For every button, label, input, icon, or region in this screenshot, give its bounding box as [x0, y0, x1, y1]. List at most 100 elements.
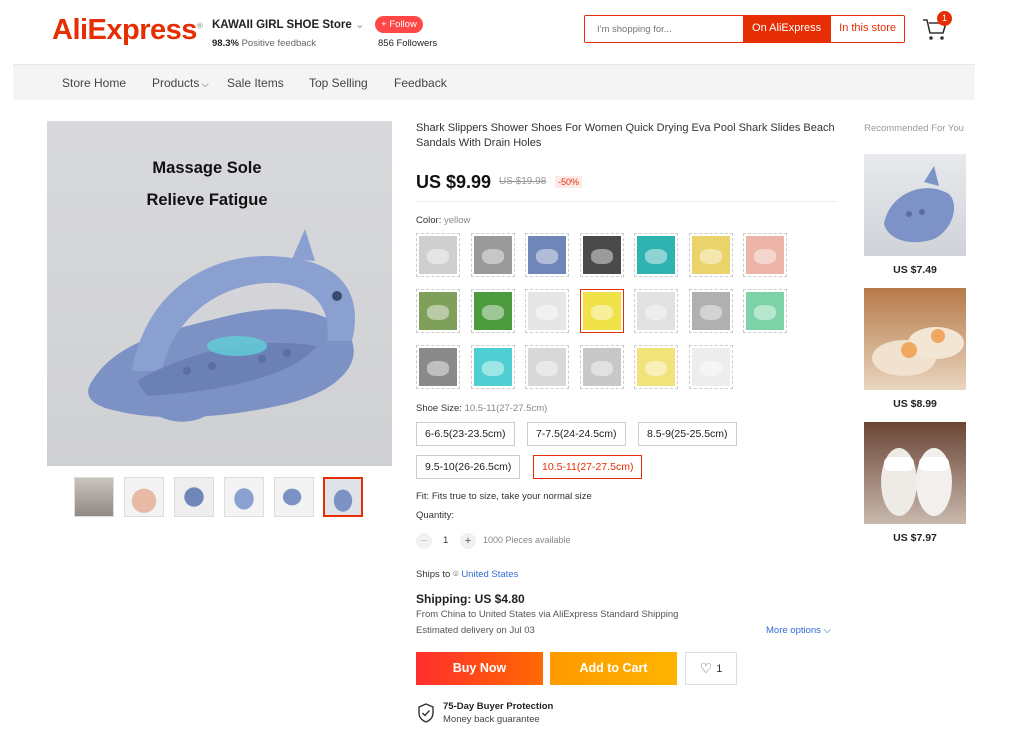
nav-store-home[interactable]: Store Home — [62, 76, 126, 90]
recommended-item-3-price: US $7.97 — [893, 532, 937, 544]
store-name[interactable]: KAWAII GIRL SHOE Store ⌄ — [212, 17, 365, 31]
color-swatch[interactable] — [471, 289, 515, 333]
recommended-item-2-price: US $8.99 — [893, 398, 937, 410]
location-pin-icon: ⌾ — [452, 569, 459, 580]
image-overlay-text-1: Massage Sole — [152, 159, 262, 177]
size-option-7-7.5[interactable]: 7-7.5(24-24.5cm) — [527, 422, 626, 446]
thumbnail-4[interactable] — [224, 477, 264, 517]
size-label: Shoe Size: 10.5-11(27-27.5cm) — [416, 403, 548, 414]
swatch-image — [637, 348, 675, 386]
chevron-down-icon: ⌄ — [354, 19, 365, 31]
feedback-percent: 98.3% — [212, 38, 239, 49]
swatch-image — [583, 292, 621, 330]
swatch-image — [528, 348, 566, 386]
recommended-item-1-price: US $7.49 — [893, 264, 937, 276]
swatch-image — [583, 236, 621, 274]
color-swatch[interactable] — [471, 233, 515, 277]
thumbnail-5[interactable] — [274, 477, 314, 517]
color-swatch[interactable] — [580, 345, 624, 389]
swatch-image — [692, 348, 730, 386]
product-price: US $9.99 — [416, 172, 492, 192]
shark-slipper-illustration — [88, 229, 355, 422]
recommended-item-1-image[interactable] — [864, 154, 966, 256]
color-swatch[interactable] — [743, 233, 787, 277]
color-swatch[interactable] — [689, 289, 733, 333]
fit-note: Fit: Fits true to size, take your normal… — [416, 491, 592, 502]
discount-badge: -50% — [555, 176, 583, 188]
heart-icon: ♡ — [699, 660, 713, 676]
size-option-6-6.5[interactable]: 6-6.5(23-23.5cm) — [416, 422, 515, 446]
search-input[interactable] — [585, 16, 744, 42]
quantity-label: Quantity: — [416, 510, 455, 521]
swatch-image — [419, 236, 457, 274]
recommended-title: Recommended For You — [864, 123, 964, 134]
color-swatch[interactable] — [416, 233, 460, 277]
add-to-cart-button[interactable]: Add to Cart — [550, 652, 677, 685]
color-swatch[interactable] — [416, 289, 460, 333]
swatch-image — [583, 348, 621, 386]
thumbnail-2[interactable] — [124, 477, 164, 517]
original-price: US $19.98 — [499, 176, 547, 187]
wishlist-button[interactable]: ♡ 1 — [685, 652, 737, 685]
color-swatch[interactable] — [416, 345, 460, 389]
buyer-protection-subtitle: Money back guarantee — [443, 714, 540, 725]
followers-count: 856 Followers — [378, 38, 438, 49]
quantity-decrease-button[interactable]: − — [416, 533, 432, 549]
search-on-aliexpress-button[interactable]: On AliExpress — [743, 16, 831, 42]
size-value: 10.5-11(27-27.5cm) — [464, 403, 548, 414]
store-feedback: 98.3% Positive feedback — [212, 38, 316, 49]
store-nav: Store Home Products ⌵ Sale Items Top Sel… — [13, 64, 975, 100]
chevron-down-icon: ⌵ — [823, 625, 831, 636]
color-swatch[interactable] — [471, 345, 515, 389]
swatch-image — [474, 348, 512, 386]
color-swatch[interactable] — [525, 233, 569, 277]
color-swatch[interactable] — [525, 345, 569, 389]
nav-sale-items[interactable]: Sale Items — [227, 76, 284, 90]
cartoon-slipper-image — [872, 327, 964, 376]
recommended-item-3-image[interactable] — [864, 422, 966, 524]
quantity-increase-button[interactable]: + — [460, 533, 476, 549]
shipping-route: From China to United States via AliExpre… — [416, 609, 679, 620]
nav-top-selling[interactable]: Top Selling — [309, 76, 368, 90]
recommended-item-2-image[interactable] — [864, 288, 966, 390]
thumbnail-1[interactable] — [74, 477, 114, 517]
thumbnail-6[interactable] — [323, 477, 363, 517]
color-swatch[interactable] — [689, 345, 733, 389]
color-swatch[interactable] — [743, 289, 787, 333]
ships-to-label: Ships to — [416, 569, 451, 580]
color-swatch[interactable] — [580, 233, 624, 277]
swatch-image — [528, 236, 566, 274]
color-swatch[interactable] — [689, 233, 733, 277]
swatch-image — [474, 236, 512, 274]
main-product-image[interactable]: Massage Sole Relieve Fatigue — [47, 121, 392, 466]
nav-products[interactable]: Products ⌵ — [152, 76, 209, 90]
color-swatch[interactable] — [634, 345, 678, 389]
nav-products-label: Products — [152, 76, 200, 90]
wishlist-count: 1 — [716, 662, 723, 675]
ships-to-country-link[interactable]: United States — [461, 569, 518, 580]
more-options-link[interactable]: More options ⌵ — [766, 625, 831, 636]
buy-now-button[interactable]: Buy Now — [416, 652, 543, 685]
shipping-cost: Shipping: US $4.80 — [416, 592, 525, 606]
product-title: Shark Slippers Shower Shoes For Women Qu… — [416, 122, 835, 149]
white-slipper-image — [881, 448, 952, 516]
aliexpress-logo[interactable]: AliExpress® — [52, 14, 203, 47]
size-option-9.5-10[interactable]: 9.5-10(26-26.5cm) — [416, 455, 521, 479]
color-swatch[interactable] — [580, 289, 624, 333]
thumbnail-3[interactable] — [174, 477, 214, 517]
follow-button[interactable]: + Follow — [375, 16, 423, 33]
size-option-10.5-11[interactable]: 10.5-11(27-27.5cm) — [533, 455, 643, 479]
pieces-available: 1000 Pieces available — [483, 535, 571, 545]
estimated-delivery: Estimated delivery on Jul 03 — [416, 625, 535, 636]
color-swatch[interactable] — [634, 289, 678, 333]
search-in-store-button[interactable]: In this store — [830, 16, 904, 42]
nav-feedback[interactable]: Feedback — [394, 76, 447, 90]
color-label: Color: yellow — [416, 215, 471, 226]
size-option-8.5-9[interactable]: 8.5-9(25-25.5cm) — [638, 422, 737, 446]
color-swatch[interactable] — [634, 233, 678, 277]
image-overlay-text-2: Relieve Fatigue — [146, 191, 268, 209]
quantity-value[interactable]: 1 — [443, 535, 448, 546]
color-swatch[interactable] — [525, 289, 569, 333]
divider — [416, 201, 838, 202]
cart-count-badge: 1 — [937, 11, 952, 26]
